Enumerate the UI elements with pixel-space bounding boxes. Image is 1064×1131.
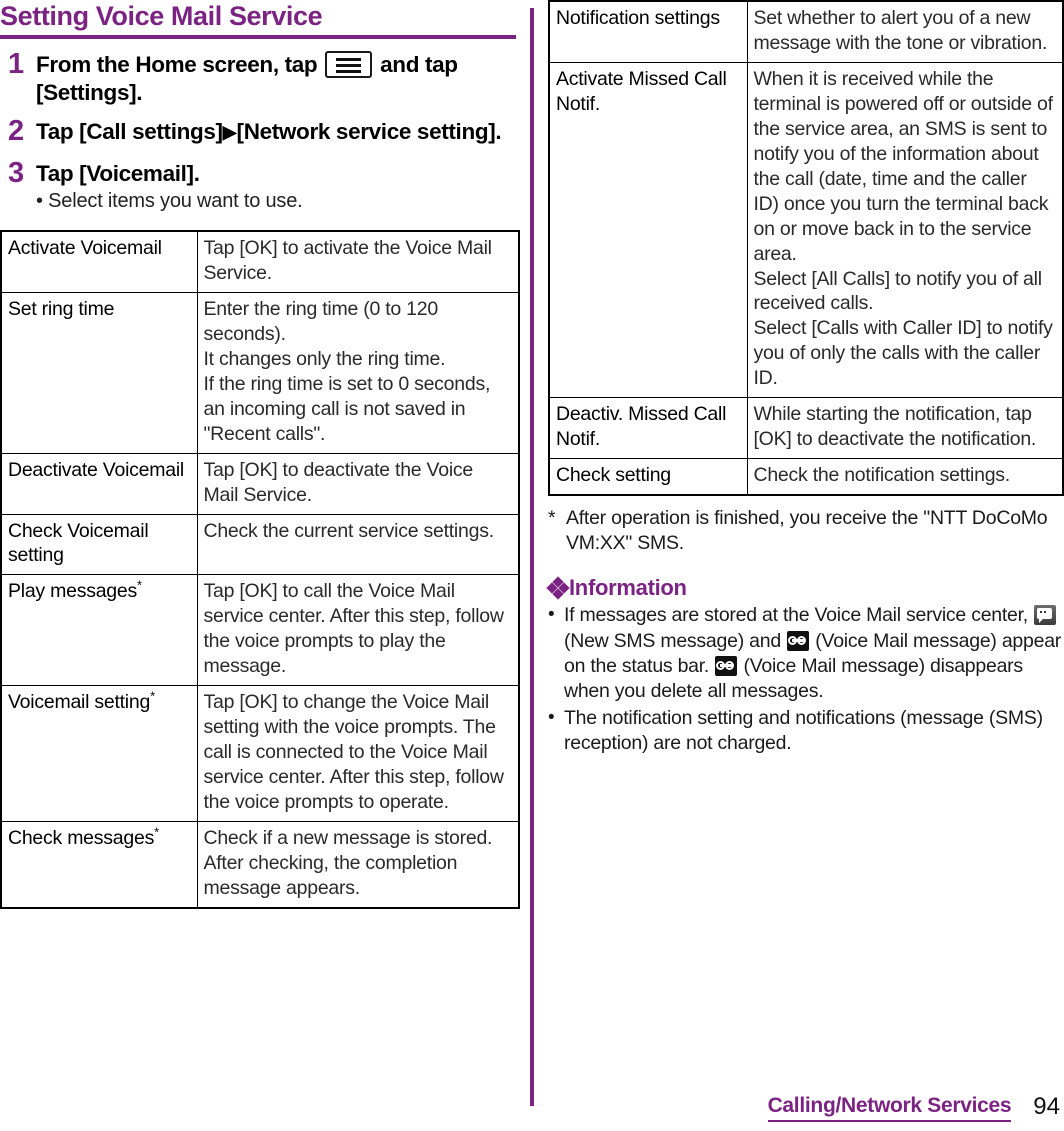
table-row: Notification settings Set whether to ale… bbox=[548, 0, 1064, 63]
list-item: • The notification setting and notificat… bbox=[548, 706, 1064, 757]
footnote-mark: * bbox=[548, 507, 556, 530]
page-title: Setting Voice Mail Service bbox=[0, 1, 323, 31]
voice-mail-message-icon bbox=[715, 655, 738, 676]
footnote: * After operation is finished, you recei… bbox=[548, 506, 1064, 555]
step-1-text-before: From the Home screen, tap bbox=[36, 52, 318, 78]
right-column: Notification settings Set whether to ale… bbox=[546, 0, 1064, 756]
information-heading-label: Information bbox=[569, 575, 687, 601]
row-value: When it is received while the terminal i… bbox=[746, 61, 1064, 399]
row-value: Enter the ring time (0 to 120 seconds). … bbox=[196, 291, 520, 454]
row-value: Check the notification settings. bbox=[746, 458, 1064, 496]
bullet-dot: • bbox=[548, 604, 555, 626]
step-1: 1 From the Home screen, tap and tap [Set… bbox=[0, 49, 520, 106]
page-number: 94 bbox=[1033, 1093, 1060, 1120]
table-row: Check setting Check the notification set… bbox=[548, 458, 1064, 496]
row-key: Notification settings bbox=[548, 0, 748, 63]
row-key: Check Voicemail setting bbox=[0, 513, 198, 576]
row-key-label: Set ring time bbox=[8, 297, 115, 320]
row-key-label: Play messages bbox=[8, 580, 137, 603]
bullet-text: The notification setting and notificatio… bbox=[564, 706, 1043, 754]
step-number: 2 bbox=[8, 115, 25, 148]
step-2: 2 Tap [Call settings]▶[Network service s… bbox=[0, 115, 520, 148]
new-sms-message-icon bbox=[1034, 605, 1057, 626]
table-row: Deactivate Voicemail Tap [OK] to deactiv… bbox=[0, 452, 520, 515]
step-number: 1 bbox=[8, 48, 25, 81]
step-text: Tap [Voicemail]. • Select items you want… bbox=[36, 158, 520, 214]
diamond-cluster-icon bbox=[546, 576, 570, 600]
row-key: Deactiv. Missed Call Notif. bbox=[548, 397, 748, 460]
row-value: Check if a new message is stored. After … bbox=[196, 820, 520, 909]
bullet-text: If messages are stored at the Voice Mail… bbox=[564, 603, 1064, 704]
footer-chapter-title: Calling/Network Services bbox=[767, 1094, 1012, 1122]
footnote-marker: * bbox=[154, 824, 159, 840]
step-number: 3 bbox=[8, 156, 25, 189]
title-underline bbox=[0, 35, 516, 40]
step-3-subtext: • Select items you want to use. bbox=[36, 189, 303, 212]
row-value: Check the current service settings. bbox=[196, 513, 520, 576]
row-key: Play messages* bbox=[0, 574, 198, 687]
row-key-label: Voicemail setting bbox=[8, 691, 151, 714]
table-body: Activate Voicemail Tap [OK] to activate … bbox=[0, 230, 520, 909]
row-key-label: Check Voicemail setting bbox=[8, 519, 149, 567]
row-value: Tap [OK] to change the Voice Mail settin… bbox=[196, 685, 520, 822]
row-key-label: Check messages bbox=[8, 826, 155, 849]
table-row: Set ring time Enter the ring time (0 to … bbox=[0, 291, 520, 454]
information-bullets: • If messages are stored at the Voice Ma… bbox=[548, 603, 1064, 756]
manual-page: Setting Voice Mail Service 1 From the Ho… bbox=[0, 0, 1064, 1131]
left-column: Setting Voice Mail Service 1 From the Ho… bbox=[0, 0, 520, 909]
step-2-text-after: [Network service setting]. bbox=[236, 119, 502, 145]
row-key-label: Deactivate Voicemail bbox=[8, 458, 185, 481]
row-key: Check setting bbox=[548, 458, 748, 496]
row-key-label: Activate Voicemail bbox=[8, 236, 162, 259]
footnote-marker: * bbox=[136, 577, 142, 593]
row-key: Voicemail setting* bbox=[0, 685, 198, 822]
right-triangle-icon: ▶ bbox=[222, 122, 237, 143]
voicemail-settings-table: Activate Voicemail Tap [OK] to activate … bbox=[0, 229, 520, 909]
footnote-marker: * bbox=[150, 688, 155, 704]
bullet-1-part2: (New SMS message) and bbox=[564, 629, 781, 652]
row-value: Tap [OK] to deactivate the Voice Mail Se… bbox=[196, 452, 520, 515]
table-row: Activate Voicemail Tap [OK] to activate … bbox=[0, 230, 520, 293]
bullet-1-part1: If messages are stored at the Voice Mail… bbox=[564, 604, 1028, 627]
footnote-text: After operation is finished, you receive… bbox=[566, 507, 1048, 554]
row-key: Deactivate Voicemail bbox=[0, 452, 198, 515]
page-footer: Calling/Network Services 94 bbox=[0, 1093, 1064, 1122]
table-row: Voicemail setting* Tap [OK] to change th… bbox=[0, 685, 520, 822]
table-row: Check messages* Check if a new message i… bbox=[0, 820, 520, 909]
step-text: From the Home screen, tap and tap [Setti… bbox=[36, 49, 520, 106]
step-2-text-before: Tap [Call settings] bbox=[36, 119, 223, 145]
row-value: Set whether to alert you of a new messag… bbox=[746, 0, 1064, 63]
step-3: 3 Tap [Voicemail]. • Select items you wa… bbox=[0, 156, 520, 214]
bullet-dot: • bbox=[548, 706, 555, 728]
row-value: Tap [OK] to activate the Voice Mail Serv… bbox=[196, 230, 520, 293]
menu-key-icon bbox=[325, 51, 373, 79]
row-key: Activate Missed Call Notif. bbox=[548, 61, 748, 399]
row-key: Activate Voicemail bbox=[0, 230, 198, 293]
row-key: Set ring time bbox=[0, 291, 198, 454]
table-row: Check Voicemail setting Check the curren… bbox=[0, 513, 520, 576]
table-row: Deactiv. Missed Call Notif. While starti… bbox=[548, 397, 1064, 460]
column-divider bbox=[530, 8, 534, 1106]
table-row: Activate Missed Call Notif. When it is r… bbox=[548, 61, 1064, 399]
table-row: Play messages* Tap [OK] to call the Voic… bbox=[0, 574, 520, 687]
step-3-text-before: Tap [Voicemail]. bbox=[36, 160, 200, 186]
list-item: • If messages are stored at the Voice Ma… bbox=[548, 603, 1064, 704]
table-body: Notification settings Set whether to ale… bbox=[548, 0, 1064, 496]
row-value: Tap [OK] to call the Voice Mail service … bbox=[196, 574, 520, 687]
row-key: Check messages* bbox=[0, 820, 198, 909]
information-heading: Information bbox=[546, 575, 1064, 601]
row-value: While starting the notification, tap [OK… bbox=[746, 397, 1064, 460]
voice-mail-message-icon bbox=[787, 630, 810, 651]
step-text: Tap [Call settings]▶[Network service set… bbox=[36, 116, 520, 145]
notification-settings-table: Notification settings Set whether to ale… bbox=[548, 0, 1064, 497]
